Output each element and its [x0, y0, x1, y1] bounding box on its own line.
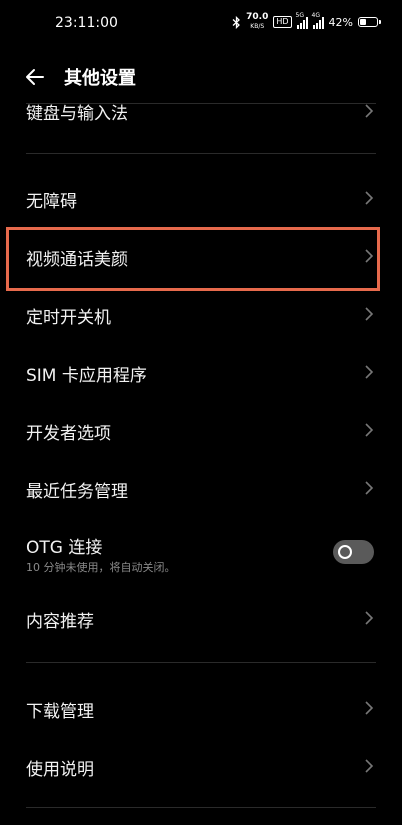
status-time: 23:11:00	[55, 15, 118, 31]
item-label: 视频通话美颜	[26, 250, 128, 270]
signal-sim1-icon: 5G	[296, 12, 308, 29]
chevron-right-icon	[365, 307, 374, 321]
status-bar: 23:11:00 70.0 KB/S HD 5G 4G 42%	[0, 0, 402, 48]
item-label: 使用说明	[26, 760, 94, 780]
battery-icon	[358, 17, 381, 27]
divider	[26, 807, 376, 808]
bluetooth-icon	[232, 15, 241, 29]
otg-toggle[interactable]	[333, 540, 374, 564]
chevron-right-icon	[365, 701, 374, 715]
chevron-right-icon	[365, 104, 374, 118]
page-header: 其他设置	[0, 52, 402, 102]
item-label: 开发者选项	[26, 424, 111, 444]
back-arrow-icon[interactable]	[22, 64, 48, 90]
chevron-right-icon	[365, 611, 374, 625]
toggle-knob	[338, 545, 352, 559]
signal-sim2-icon: 4G	[312, 12, 324, 29]
settings-item-recent-tasks[interactable]: 最近任务管理	[0, 459, 402, 517]
item-label: 下载管理	[26, 702, 94, 722]
chevron-right-icon	[365, 191, 374, 205]
settings-item-user-guide[interactable]: 使用说明	[0, 737, 402, 795]
chevron-right-icon	[365, 481, 374, 495]
item-label: SIM 卡应用程序	[26, 366, 147, 386]
settings-item-download-manager[interactable]: 下载管理	[0, 679, 402, 737]
settings-item-accessibility[interactable]: 无障碍	[0, 169, 402, 227]
item-label: 定时开关机	[26, 308, 111, 328]
item-label: 内容推荐	[26, 612, 94, 632]
chevron-right-icon	[365, 249, 374, 263]
settings-item-content-recommend[interactable]: 内容推荐	[0, 589, 402, 647]
item-label: 最近任务管理	[26, 482, 128, 502]
chevron-right-icon	[365, 365, 374, 379]
settings-item-scheduled-power[interactable]: 定时开关机	[0, 285, 402, 343]
chevron-right-icon	[365, 759, 374, 773]
item-label: OTG 连接	[26, 538, 103, 558]
divider	[26, 153, 376, 154]
settings-item-video-call-beauty[interactable]: 视频通话美颜	[0, 227, 402, 285]
divider	[26, 662, 376, 663]
page-title: 其他设置	[64, 68, 136, 89]
settings-item-developer-options[interactable]: 开发者选项	[0, 401, 402, 459]
battery-percent: 42%	[328, 15, 353, 29]
item-label: 无障碍	[26, 192, 77, 212]
settings-item-keyboard-input[interactable]: 键盘与输入法	[0, 103, 402, 131]
item-label: 键盘与输入法	[26, 104, 128, 124]
hd-badge: HD	[273, 16, 292, 28]
chevron-right-icon	[365, 423, 374, 437]
item-subtitle: 10 分钟未使用，将自动关闭。	[26, 561, 176, 574]
settings-list: 键盘与输入法 无障碍 视频通话美颜 定时开关机 SIM 卡应用程序 开发者选项 …	[0, 103, 402, 825]
network-speed: 70.0 KB/S	[246, 12, 269, 31]
settings-item-sim-apps[interactable]: SIM 卡应用程序	[0, 343, 402, 401]
status-icons: 70.0 KB/S HD 5G 4G 42%	[232, 12, 381, 32]
settings-item-otg[interactable]: OTG 连接 10 分钟未使用，将自动关闭。	[0, 517, 402, 587]
